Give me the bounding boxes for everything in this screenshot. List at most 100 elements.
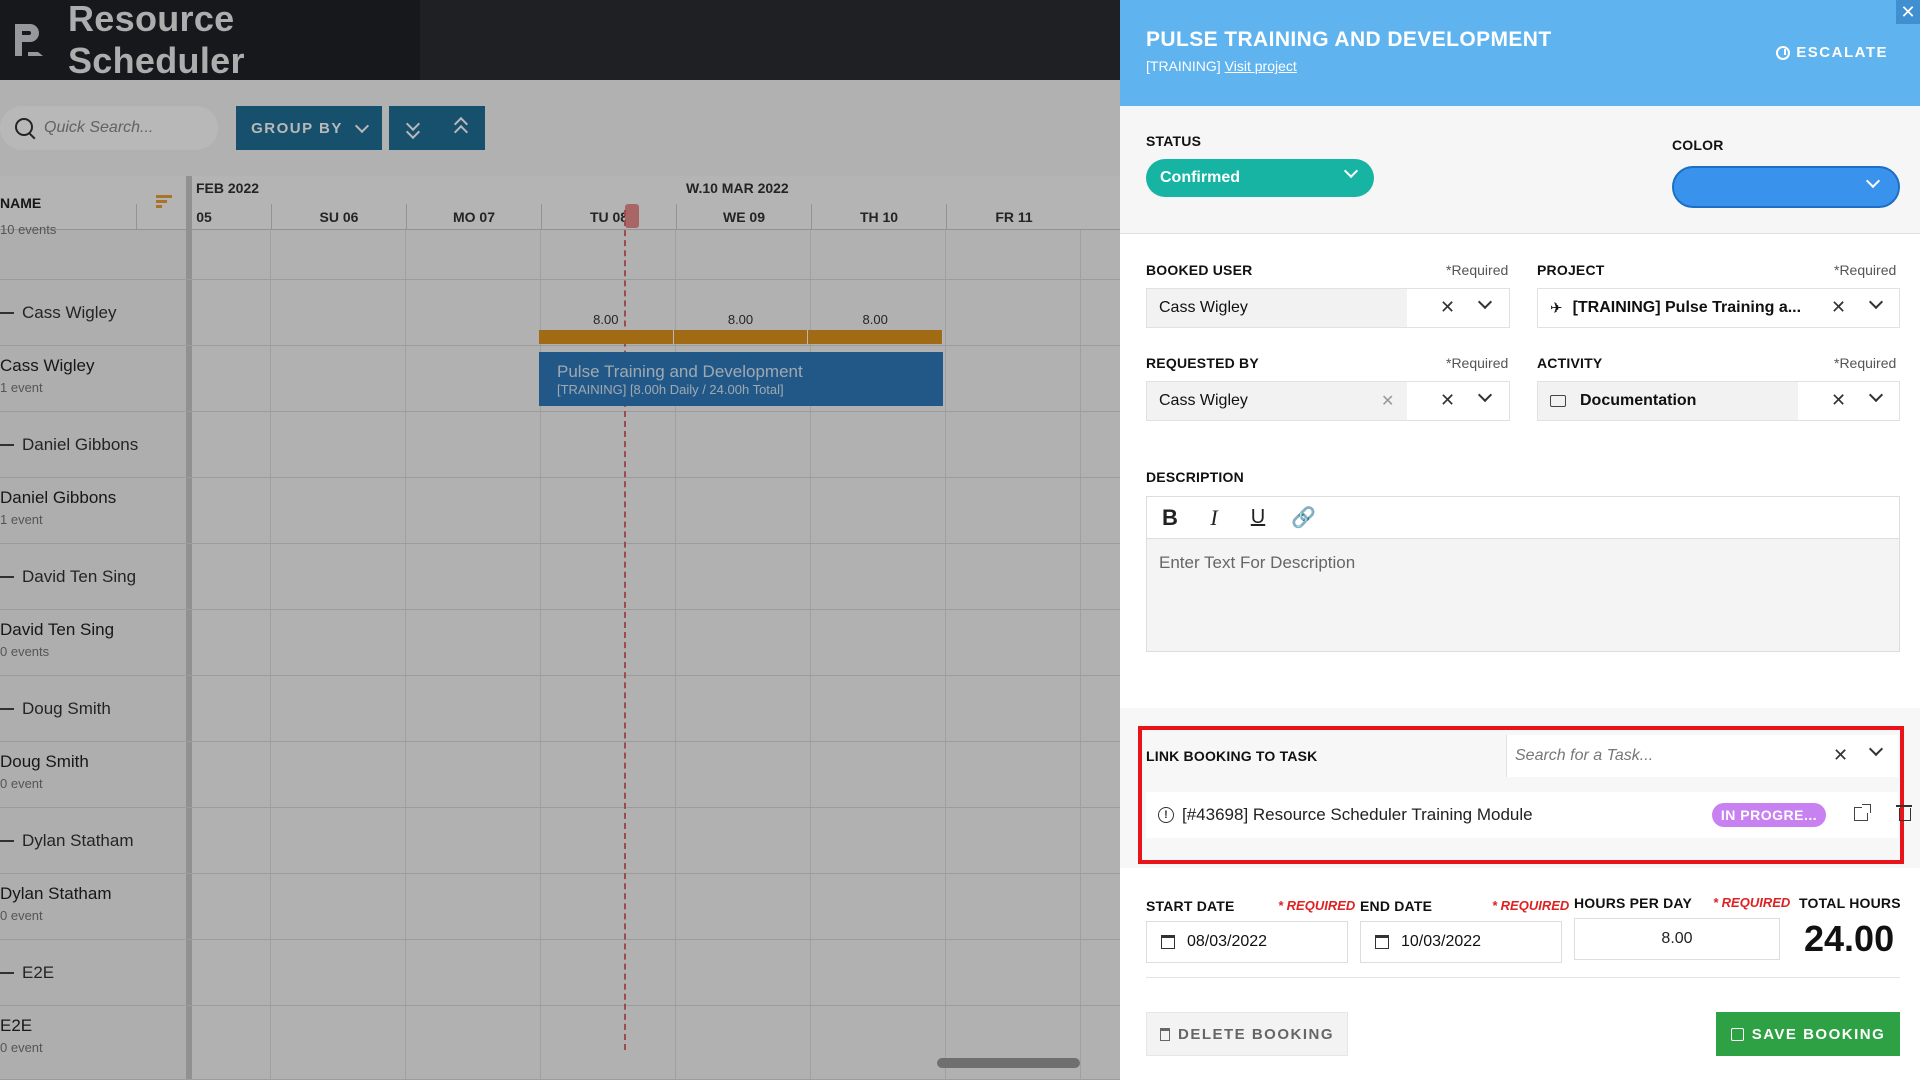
user-label: E2E	[0, 1016, 33, 1035]
open-external-icon[interactable]	[1854, 804, 1871, 821]
table-row[interactable]: Doug Smith	[0, 676, 1120, 742]
editor-toolbar: B I U 🔗	[1147, 497, 1899, 539]
table-row[interactable]: Dylan Statham 0 event	[0, 874, 1120, 940]
chevron-down-icon[interactable]	[1868, 741, 1884, 757]
booked-user-select[interactable]: Cass Wigley ✕	[1146, 288, 1510, 328]
booking-block[interactable]: Pulse Training and Development [TRAINING…	[539, 352, 943, 406]
save-booking-button[interactable]: SAVE BOOKING	[1716, 1012, 1900, 1056]
table-row[interactable]: E2E	[0, 940, 1120, 1006]
trash-icon[interactable]	[1896, 805, 1912, 821]
project-select[interactable]: ✈ [TRAINING] Pulse Training a... ✕	[1537, 288, 1900, 328]
required-note: * REQUIRED	[1278, 898, 1356, 913]
collapse-dash-icon[interactable]	[0, 311, 14, 314]
booking-title: Pulse Training and Development	[557, 362, 803, 381]
collapse-dash-icon[interactable]	[0, 839, 14, 842]
month-label-current: W.10 MAR 2022	[686, 180, 789, 196]
start-date-input[interactable]: 08/03/2022	[1146, 921, 1348, 963]
italic-icon[interactable]: I	[1203, 505, 1225, 531]
delete-booking-label: DELETE BOOKING	[1177, 1025, 1334, 1043]
status-label: STATUS	[1146, 133, 1202, 149]
status-section: STATUS Confirmed COLOR	[1120, 106, 1920, 234]
chevron-down-icon[interactable]	[1868, 294, 1884, 310]
table-row[interactable]: Daniel Gibbons 1 event	[0, 478, 1120, 544]
description-editor: B I U 🔗 Enter Text For Description	[1146, 496, 1900, 652]
start-date-value: 08/03/2022	[1187, 933, 1268, 950]
collapse-dash-icon[interactable]	[0, 971, 14, 974]
table-row[interactable]: Doug Smith 0 event	[0, 742, 1120, 808]
close-button[interactable]: ✕	[1896, 0, 1920, 24]
required-note: * REQUIRED	[1492, 898, 1570, 913]
end-date-input[interactable]: 10/03/2022	[1360, 921, 1562, 963]
collapse-all-icon[interactable]	[453, 116, 469, 140]
remove-icon[interactable]: ✕	[1381, 391, 1394, 411]
hours-segment: 8.00	[539, 312, 674, 344]
activity-field: Documentation	[1538, 382, 1798, 420]
collapse-dash-icon[interactable]	[0, 443, 14, 446]
link-task-section: LINK BOOKING TO TASK Search for a Task..…	[1120, 708, 1920, 868]
requested-by-select[interactable]: Cass Wigley ✕ ✕	[1146, 381, 1510, 421]
table-row[interactable]: Dylan Statham	[0, 808, 1120, 874]
booked-user-value: Cass Wigley	[1147, 289, 1407, 327]
chevron-down-icon	[1343, 163, 1359, 179]
user-label: David Ten Sing	[0, 620, 115, 639]
activity-select[interactable]: Documentation ✕	[1537, 381, 1900, 421]
event-count: 0 events	[0, 644, 50, 659]
calendar-icon	[1375, 935, 1389, 949]
task-search-input[interactable]: Search for a Task... ✕	[1506, 735, 1898, 777]
delete-booking-button[interactable]: DELETE BOOKING	[1146, 1012, 1348, 1056]
visit-project-link[interactable]: Visit project	[1225, 58, 1297, 74]
group-label: Dylan Statham	[22, 830, 134, 850]
bold-icon[interactable]: B	[1159, 505, 1181, 531]
total-hours-label: TOTAL HOURS	[1799, 895, 1901, 911]
project-value: [TRAINING] Pulse Training a...	[1572, 299, 1802, 316]
hours-value: 8.00	[727, 312, 754, 327]
quick-search-input[interactable]: Quick Search...	[0, 106, 218, 150]
status-select[interactable]: Confirmed	[1146, 159, 1374, 197]
escalate-button[interactable]: ESCALATE	[1776, 44, 1888, 61]
required-note: * REQUIRED	[1713, 895, 1791, 910]
underline-icon[interactable]: U	[1247, 506, 1269, 529]
required-note: *Required	[1446, 355, 1509, 371]
chevron-down-icon[interactable]	[1868, 387, 1884, 403]
clear-icon[interactable]: ✕	[1833, 745, 1848, 766]
hours-per-day-label: HOURS PER DAY	[1574, 895, 1692, 911]
table-row[interactable]: David Ten Sing	[0, 544, 1120, 610]
start-date-label: START DATE	[1146, 898, 1235, 914]
user-label: Daniel Gibbons	[0, 488, 117, 507]
task-status-badge: IN PROGRE...	[1712, 803, 1826, 827]
day-label: WE 09	[676, 204, 811, 230]
user-label: Doug Smith	[0, 752, 89, 771]
linked-task-row: ! [#43698] Resource Scheduler Training M…	[1146, 792, 1912, 838]
search-icon	[14, 117, 36, 139]
clear-icon[interactable]: ✕	[1440, 390, 1455, 411]
hours-per-day-input[interactable]: 8.00	[1574, 918, 1780, 960]
table-row[interactable]: E2E 0 event	[0, 1006, 1120, 1080]
requested-by-value: Cass Wigley	[1147, 382, 1407, 420]
color-select[interactable]	[1672, 166, 1900, 208]
event-count: 0 event	[0, 1040, 43, 1055]
expand-all-icon[interactable]	[405, 116, 421, 140]
group-by-button[interactable]: GROUP BY	[236, 106, 382, 150]
clear-icon[interactable]: ✕	[1831, 390, 1846, 411]
required-note: *Required	[1834, 355, 1897, 371]
daily-hours-bar: 8.00 8.00 8.00	[539, 312, 944, 344]
collapse-dash-icon[interactable]	[0, 707, 14, 710]
event-count: 0 event	[0, 776, 43, 791]
status-value: Confirmed	[1160, 169, 1240, 186]
month-label-prev: FEB 2022	[196, 180, 260, 196]
horizontal-scrollbar[interactable]	[937, 1058, 1080, 1068]
link-icon[interactable]: 🔗	[1291, 505, 1316, 530]
chevron-down-icon[interactable]	[1477, 294, 1493, 310]
collapse-dash-icon[interactable]	[0, 575, 14, 578]
project-label: PROJECT	[1537, 262, 1605, 278]
table-row[interactable]: Daniel Gibbons	[0, 412, 1120, 478]
top-bar: Resource Scheduler	[0, 0, 1120, 81]
activity-label: ACTIVITY	[1537, 355, 1603, 371]
description-textarea[interactable]: Enter Text For Description	[1147, 539, 1899, 651]
clear-icon[interactable]: ✕	[1440, 297, 1455, 318]
day-label: TU 08	[541, 204, 676, 230]
description-label: DESCRIPTION	[1146, 469, 1244, 485]
chevron-down-icon[interactable]	[1477, 387, 1493, 403]
clear-icon[interactable]: ✕	[1831, 297, 1846, 318]
table-row[interactable]: David Ten Sing 0 events	[0, 610, 1120, 676]
